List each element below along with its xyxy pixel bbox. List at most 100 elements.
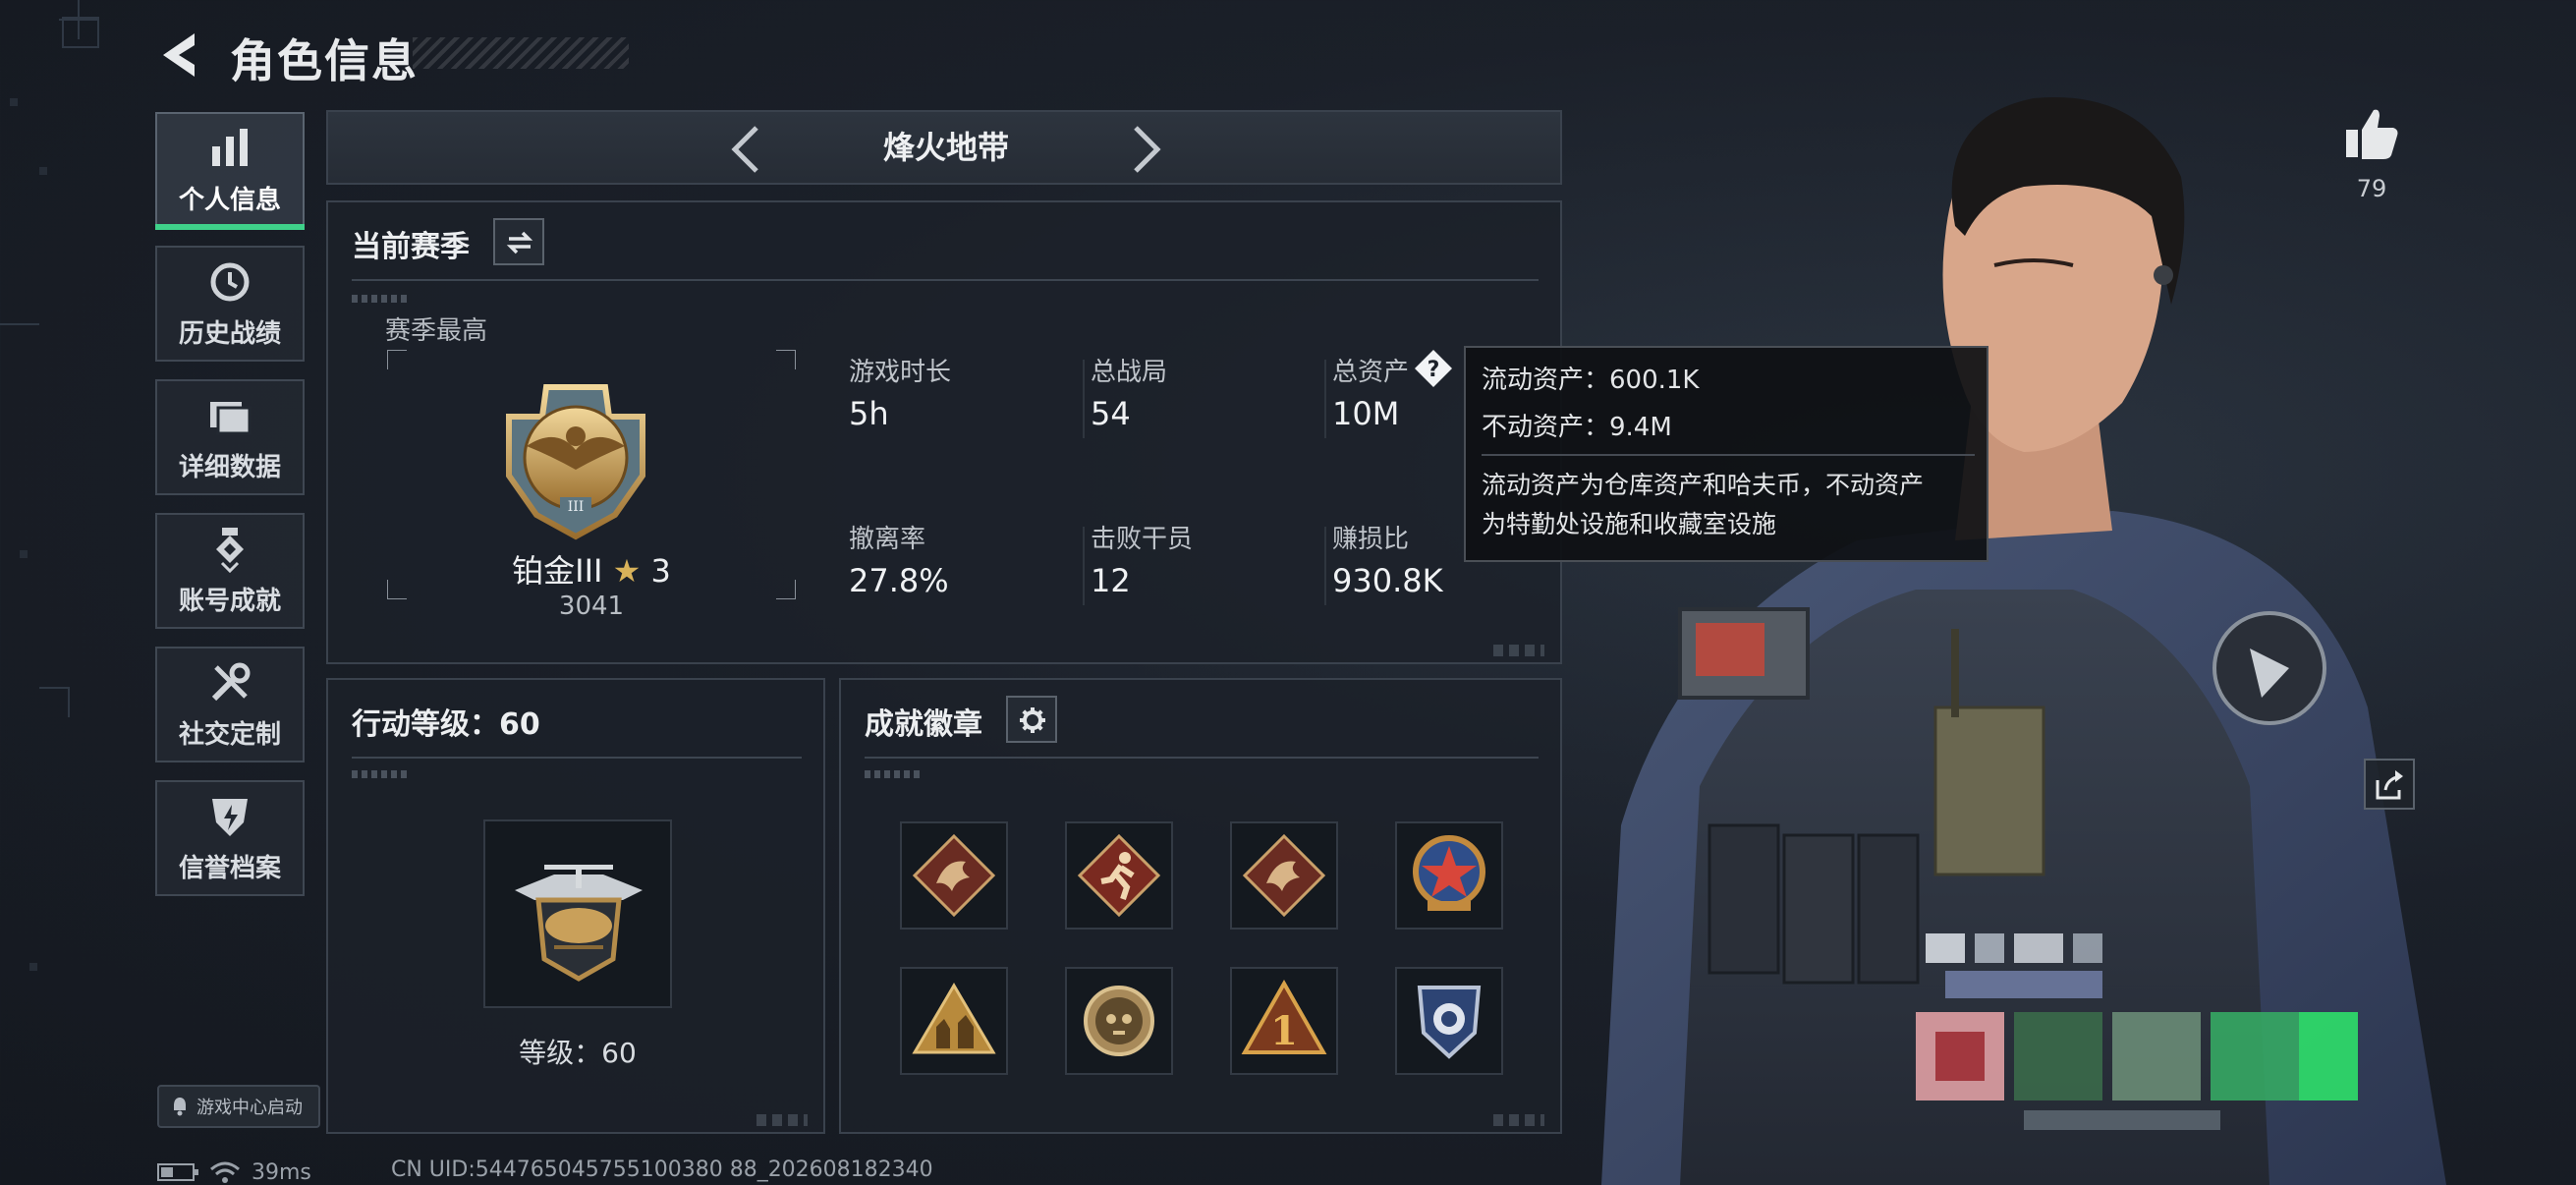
mode-name: 烽火地带 xyxy=(882,129,1009,166)
achievement-title: 成就徽章 xyxy=(865,707,982,742)
stat-label: 击败干员 xyxy=(1091,525,1194,554)
uid-text: CN UID:544765045755100380 88_20260818234… xyxy=(391,1157,933,1182)
number-one-badge-icon: 1 xyxy=(1241,979,1327,1054)
badge-slot[interactable] xyxy=(900,967,1008,1075)
police-shield-badge-icon xyxy=(1417,986,1482,1059)
svg-text:1: 1 xyxy=(1270,1008,1298,1054)
dragon-badge-icon xyxy=(1242,833,1326,918)
level-text: 等级：60 xyxy=(519,1037,637,1069)
corner-decoration xyxy=(756,1114,808,1126)
help-question-icon[interactable]: ? xyxy=(1413,348,1454,389)
skull-coin-badge-icon xyxy=(1084,986,1154,1056)
stat-label: 赚损比 xyxy=(1332,525,1410,554)
back-arrow-icon[interactable] xyxy=(153,28,208,83)
svg-text:?: ? xyxy=(1428,358,1440,382)
sidebar-item-detailed-data[interactable]: 详细数据 xyxy=(155,379,305,495)
sidebar-item-achievements[interactable]: 账号成就 xyxy=(155,513,305,629)
share-button[interactable] xyxy=(2364,759,2415,810)
sidebar-item-label: 账号成就 xyxy=(178,586,281,616)
action-level-title: 行动等级：60 xyxy=(352,707,540,742)
folder-icon xyxy=(210,401,252,434)
action-level-panel: 行动等级：60 等级：60 xyxy=(326,678,825,1134)
badge-slot[interactable] xyxy=(1065,821,1173,930)
badge-slot[interactable]: 1 xyxy=(1230,967,1338,1075)
rank-stars: 3 xyxy=(650,552,671,590)
sidebar-item-personal-info[interactable]: 个人信息 xyxy=(155,112,305,228)
bell-icon xyxy=(174,1098,186,1116)
chevron-left-icon[interactable] xyxy=(721,122,776,177)
stat-value: 27.8% xyxy=(849,562,949,599)
sidebar-item-label: 社交定制 xyxy=(178,719,281,750)
share-icon xyxy=(2376,770,2403,800)
assets-note-line2: 为特勤处设施和收藏室设施 xyxy=(1482,510,1777,538)
rank-points: 3041 xyxy=(558,592,625,621)
game-center-launch-button[interactable]: 游戏中心启动 xyxy=(157,1085,320,1128)
svg-text:III: III xyxy=(568,499,585,515)
thumbs-up-icon[interactable] xyxy=(2342,104,2401,163)
sidebar-item-history[interactable]: 历史战绩 xyxy=(155,246,305,362)
rank-name: 铂金III xyxy=(512,552,603,590)
stat-label: 撤离率 xyxy=(849,525,926,554)
badge-slot[interactable] xyxy=(1065,967,1173,1075)
season-panel: 当前赛季 赛季最高 III 铂金III ★ 3 3041 游戏时长 5h 总战局… xyxy=(326,200,1562,664)
liquid-assets-text: 流动资产：600.1K xyxy=(1482,366,1700,395)
runner-badge-icon xyxy=(1077,833,1161,918)
rank-name-row: 铂金III ★ 3 xyxy=(387,546,796,592)
wrench-screwdriver-icon xyxy=(211,662,251,701)
stat-value: 12 xyxy=(1091,562,1131,599)
swap-arrows-icon xyxy=(506,231,533,254)
battery-icon xyxy=(157,1163,198,1181)
stat-label: 总战局 xyxy=(1091,358,1168,387)
status-bar: 39ms xyxy=(157,1157,311,1185)
season-best-label: 赛季最高 xyxy=(385,316,488,346)
badge-slot[interactable] xyxy=(1230,821,1338,930)
star-icon: ★ xyxy=(612,552,642,590)
title-decoration xyxy=(413,37,629,69)
sidebar-item-label: 个人信息 xyxy=(178,185,281,215)
assets-note-line1: 流动资产为仓库资产和哈夫币，不动资产 xyxy=(1482,471,1925,499)
helicopter-level-emblem-icon xyxy=(515,865,643,982)
season-title: 当前赛季 xyxy=(352,230,470,264)
sidebar-item-social-custom[interactable]: 社交定制 xyxy=(155,647,305,762)
shield-bolt-icon xyxy=(212,798,248,836)
gear-icon xyxy=(1020,707,1045,733)
corner-decoration xyxy=(1493,1114,1544,1126)
stat-value: 54 xyxy=(1091,395,1131,432)
sidebar-item-label: 详细数据 xyxy=(178,452,281,482)
chevron-right-icon[interactable] xyxy=(1116,122,1171,177)
stat-value: 10M xyxy=(1332,395,1400,432)
level-emblem-frame xyxy=(483,819,672,1008)
sidebar-item-label: 历史战绩 xyxy=(178,318,281,349)
sidebar-item-credit-record[interactable]: 信誉档案 xyxy=(155,780,305,896)
wifi-icon xyxy=(210,1161,240,1183)
page-title: 角色信息 xyxy=(230,34,419,87)
stat-label: 总资产 xyxy=(1332,358,1410,387)
soldiers-triangle-badge-icon xyxy=(912,983,996,1054)
game-center-label: 游戏中心启动 xyxy=(196,1098,303,1118)
fixed-assets-text: 不动资产：9.4M xyxy=(1482,413,1672,442)
platinum-rank-emblem-icon: III xyxy=(506,384,645,540)
history-clock-icon xyxy=(210,262,250,301)
stat-value: 5h xyxy=(849,395,889,432)
bar-chart-icon xyxy=(212,128,248,166)
dragon-badge-icon xyxy=(912,833,996,918)
corner-decoration xyxy=(1493,645,1544,656)
badge-slot[interactable] xyxy=(1395,821,1503,930)
section-deco xyxy=(865,770,924,778)
section-deco xyxy=(352,295,411,303)
switch-season-button[interactable] xyxy=(493,218,544,265)
blurred-nameplate xyxy=(1916,933,2358,1130)
badge-slot[interactable] xyxy=(900,821,1008,930)
active-tab-indicator xyxy=(155,224,305,230)
mode-selector: 烽火地带 xyxy=(326,110,1562,185)
achievement-panel: 成就徽章 1 xyxy=(839,678,1562,1134)
stat-label: 游戏时长 xyxy=(849,358,952,387)
tooltip-divider xyxy=(1482,454,1975,456)
like-count: 79 xyxy=(2356,175,2387,202)
assets-tooltip: 流动资产：600.1K 不动资产：9.4M 流动资产为仓库资产和哈夫币，不动资产… xyxy=(1464,346,1988,562)
badge-slot[interactable] xyxy=(1395,967,1503,1075)
badge-settings-button[interactable] xyxy=(1006,696,1057,743)
ping-text: 39ms xyxy=(252,1159,311,1185)
sidebar-item-label: 信誉档案 xyxy=(178,853,281,883)
section-deco xyxy=(352,770,411,778)
